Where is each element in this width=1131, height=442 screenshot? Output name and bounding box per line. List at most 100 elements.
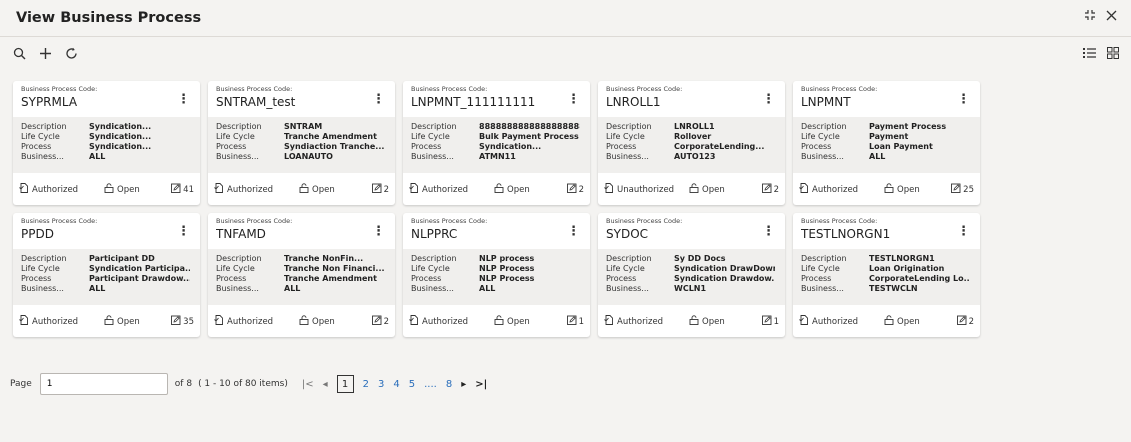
authorization-status[interactable]: Authorized: [19, 315, 78, 328]
version-count[interactable]: 41: [171, 183, 194, 196]
business-process-card[interactable]: Business Process Code: TNFAMD ⋮ Description…: [208, 213, 395, 337]
code-label: Business Process Code:: [216, 217, 293, 225]
version-count[interactable]: 2: [371, 315, 389, 328]
unlock-icon: [689, 183, 699, 196]
life-cycle-value: Syndication DrawDown: [674, 264, 775, 273]
card-details: Description TESTLNORGN1 Life Cycle Loan Ori…: [793, 249, 980, 305]
business-label: Business...: [411, 284, 454, 293]
lock-status[interactable]: Open: [104, 315, 140, 328]
kebab-menu-icon[interactable]: ⋮: [567, 93, 580, 106]
page-title: View Business Process: [16, 10, 202, 26]
code-label: Business Process Code:: [21, 217, 98, 225]
description-value: NLP process: [479, 254, 535, 263]
kebab-menu-icon[interactable]: ⋮: [762, 93, 775, 106]
kebab-menu-icon[interactable]: ⋮: [957, 93, 970, 106]
business-process-card[interactable]: Business Process Code: TESTLNORGN1 ⋮ Descri…: [793, 213, 980, 337]
lock-status[interactable]: Open: [884, 183, 920, 196]
kebab-menu-icon[interactable]: ⋮: [957, 225, 970, 238]
version-count[interactable]: 1: [761, 315, 779, 328]
prev-page-button[interactable]: ◂: [323, 379, 328, 390]
authorization-status[interactable]: Authorized: [409, 183, 468, 196]
version-count[interactable]: 2: [566, 183, 584, 196]
life-cycle-value: Syndication Participa...: [89, 264, 190, 273]
version-text: 1: [773, 316, 779, 327]
business-value: AUTO123: [674, 152, 716, 161]
page-5-button[interactable]: 5: [409, 379, 415, 390]
authorization-status[interactable]: Authorized: [214, 183, 273, 196]
process-label: Process: [606, 274, 637, 283]
document-check-icon: [604, 315, 614, 328]
business-label: Business...: [21, 284, 64, 293]
authorization-status[interactable]: Authorized: [409, 315, 468, 328]
card-header: Business Process Code: LNPMNT_111111111 ⋮: [403, 81, 590, 117]
business-process-card[interactable]: Business Process Code: NLPPRC ⋮ Description…: [403, 213, 590, 337]
kebab-menu-icon[interactable]: ⋮: [762, 225, 775, 238]
description-label: Description: [801, 122, 847, 131]
lock-status[interactable]: Open: [494, 183, 530, 196]
business-process-card[interactable]: Business Process Code: LNPMNT ⋮ Description…: [793, 81, 980, 205]
authorization-status[interactable]: Authorized: [799, 183, 858, 196]
close-icon[interactable]: [1106, 10, 1117, 25]
business-process-card[interactable]: Business Process Code: SNTRAM_test ⋮ Descri…: [208, 81, 395, 205]
authorization-status[interactable]: Authorized: [214, 315, 273, 328]
document-check-icon: [799, 183, 809, 196]
lock-status[interactable]: Open: [299, 315, 335, 328]
lock-status[interactable]: Open: [104, 183, 140, 196]
lock-text: Open: [117, 316, 140, 327]
page-1-button[interactable]: 1: [336, 375, 354, 393]
lock-text: Open: [897, 316, 920, 327]
lock-status[interactable]: Open: [494, 315, 530, 328]
kebab-menu-icon[interactable]: ⋮: [567, 225, 580, 238]
card-header: Business Process Code: LNROLL1 ⋮: [598, 81, 785, 117]
process-value: Syndication...: [89, 142, 152, 151]
lock-status[interactable]: Open: [689, 315, 725, 328]
business-process-card[interactable]: Business Process Code: LNROLL1 ⋮ Descriptio…: [598, 81, 785, 205]
page-3-button[interactable]: 3: [378, 379, 384, 390]
kebab-menu-icon[interactable]: ⋮: [372, 225, 385, 238]
search-icon[interactable]: [10, 44, 28, 62]
version-text: 1: [578, 316, 584, 327]
kebab-menu-icon[interactable]: ⋮: [177, 93, 190, 106]
page-2-button[interactable]: 2: [363, 379, 369, 390]
next-page-button[interactable]: ▸: [461, 379, 466, 390]
page-8-button[interactable]: 8: [446, 379, 452, 390]
card-header: Business Process Code: TNFAMD ⋮: [208, 213, 395, 249]
first-page-button[interactable]: |<: [302, 379, 314, 390]
authorization-status[interactable]: Authorized: [604, 315, 663, 328]
business-label: Business...: [801, 284, 844, 293]
version-count[interactable]: 2: [371, 183, 389, 196]
authorization-status[interactable]: Unauthorized: [604, 183, 674, 196]
version-count[interactable]: 2: [956, 315, 974, 328]
business-process-card[interactable]: Business Process Code: SYDOC ⋮ Description S…: [598, 213, 785, 337]
tile-view-icon[interactable]: [1105, 45, 1121, 61]
process-code: SYDOC: [606, 227, 649, 241]
lock-status[interactable]: Open: [689, 183, 725, 196]
version-count[interactable]: 25: [951, 183, 974, 196]
version-count[interactable]: 2: [761, 183, 779, 196]
version-count[interactable]: 35: [171, 315, 194, 328]
refresh-icon[interactable]: [62, 44, 80, 62]
authorization-status[interactable]: Authorized: [799, 315, 858, 328]
page-number-input[interactable]: [39, 373, 168, 395]
process-value: Tranche Amendment: [284, 274, 377, 283]
plus-icon[interactable]: [36, 44, 54, 62]
lock-status[interactable]: Open: [299, 183, 335, 196]
collapse-icon[interactable]: [1084, 9, 1096, 25]
process-label: Process: [21, 142, 52, 151]
kebab-menu-icon[interactable]: ⋮: [177, 225, 190, 238]
lock-status[interactable]: Open: [884, 315, 920, 328]
business-process-card[interactable]: Business Process Code: LNPMNT_111111111 ⋮ D…: [403, 81, 590, 205]
version-count[interactable]: 1: [566, 315, 584, 328]
kebab-menu-icon[interactable]: ⋮: [372, 93, 385, 106]
page-4-button[interactable]: 4: [393, 379, 399, 390]
list-view-icon[interactable]: [1081, 45, 1097, 61]
card-footer: Authorized Open 2: [793, 305, 980, 337]
authorization-status[interactable]: Authorized: [19, 183, 78, 196]
description-label: Description: [606, 122, 652, 131]
business-process-card[interactable]: Business Process Code: PPDD ⋮ Description Pa…: [13, 213, 200, 337]
last-page-button[interactable]: >|: [475, 379, 487, 390]
status-text: Authorized: [32, 184, 79, 195]
description-value: Sy DD Docs: [674, 254, 726, 263]
unlock-icon: [299, 183, 309, 196]
business-process-card[interactable]: Business Process Code: SYPRMLA ⋮ Descriptio…: [13, 81, 200, 205]
